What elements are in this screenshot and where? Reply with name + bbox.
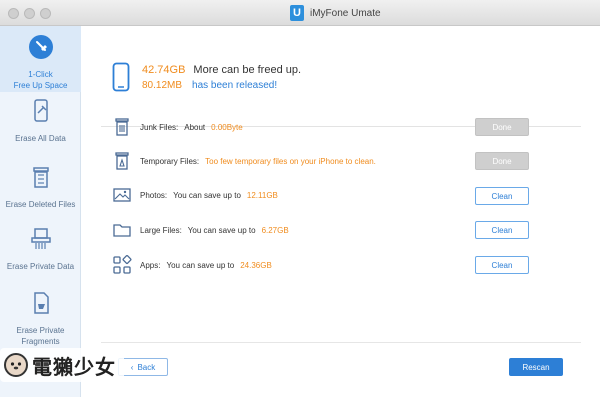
footer-divider xyxy=(101,342,581,343)
row-label: Temporary Files: xyxy=(140,156,200,166)
trash-icon xyxy=(32,167,49,188)
row-label: Apps: xyxy=(140,260,161,270)
photo-icon xyxy=(113,188,131,202)
photos-clean-button[interactable]: Clean xyxy=(475,187,529,205)
title-bar: U iMyFone Umate xyxy=(0,0,600,26)
freeable-size: 42.74GB xyxy=(142,64,186,76)
back-button[interactable]: ‹ Back xyxy=(118,358,168,376)
row-label: Large Files: xyxy=(140,225,182,235)
sidebar-item-label: Erase All Data xyxy=(15,134,66,143)
sidebar-item-label: Erase Private Fragments xyxy=(16,326,65,346)
iphone-icon xyxy=(112,62,130,92)
row-label: Junk Files: xyxy=(140,122,179,132)
temporary-files-done-button[interactable]: Done xyxy=(475,152,529,170)
broom-icon xyxy=(28,35,53,59)
minimize-window-button[interactable] xyxy=(24,8,35,19)
rescan-button[interactable]: Rescan xyxy=(509,358,563,376)
apps-clean-button[interactable]: Clean xyxy=(475,256,529,274)
junk-bin-icon xyxy=(115,118,129,136)
app-logo-icon: U xyxy=(290,5,304,21)
row-detail: About xyxy=(184,122,206,132)
zoom-window-button[interactable] xyxy=(40,8,51,19)
released-summary: 80.12MB has been released! xyxy=(142,80,277,91)
freeable-summary: 42.74GB More can be freed up. xyxy=(142,64,301,76)
large-files-clean-button[interactable]: Clean xyxy=(475,221,529,239)
watermark-text: 電獺少女 xyxy=(32,354,116,379)
temp-bin-icon xyxy=(115,152,129,170)
freeable-text: More can be freed up. xyxy=(193,64,302,76)
sidebar-item-free-up-space[interactable]: 1-Click Free Up Space xyxy=(0,26,81,92)
erase-phone-icon xyxy=(33,99,48,122)
row-detail: You can save up to xyxy=(173,190,241,200)
junk-files-done-button[interactable]: Done xyxy=(475,118,529,136)
row-value: 0.00Byte xyxy=(211,122,243,132)
sidebar-item-label: Erase Private Data xyxy=(6,262,75,271)
otter-mascot-icon xyxy=(4,353,28,377)
chevron-left-icon: ‹ xyxy=(130,362,134,372)
window-title: U iMyFone Umate xyxy=(290,5,381,21)
row-detail: You can save up to xyxy=(187,225,256,235)
back-label: Back xyxy=(137,362,156,372)
released-size: 80.12MB xyxy=(142,80,183,91)
app-title: iMyFone Umate xyxy=(310,7,381,19)
main-panel: 42.74GB More can be freed up. 80.12MB has … xyxy=(82,26,600,397)
row-detail: Too few temporary files on your iPhone t… xyxy=(205,156,376,166)
sidebar-item-label: 1-Click Free Up Space xyxy=(13,70,68,90)
sidebar-item-erase-deleted-files[interactable]: Erase Deleted Files xyxy=(0,164,81,214)
row-detail: You can save up to xyxy=(166,260,235,270)
sidebar-item-erase-private-data[interactable]: Erase Private Data xyxy=(0,226,81,276)
sidebar: 1-Click Free Up Space Erase All Data Era… xyxy=(0,26,81,397)
apps-icon xyxy=(113,255,132,274)
sidebar-item-label: Erase Deleted Files xyxy=(5,200,76,209)
sidebar-item-erase-private-fragments[interactable]: Erase Private Fragments xyxy=(0,290,81,352)
row-label: Photos: xyxy=(140,190,168,200)
row-value: 6.27GB xyxy=(261,225,289,235)
row-value: 12.11GB xyxy=(246,190,278,200)
fragments-icon xyxy=(33,292,49,314)
close-window-button[interactable] xyxy=(8,8,19,19)
folder-icon xyxy=(113,224,131,237)
row-value: 24.36GB xyxy=(240,260,272,270)
watermark: 電獺少女 xyxy=(0,348,124,382)
released-text: has been released! xyxy=(192,80,278,91)
sidebar-item-erase-all-data[interactable]: Erase All Data xyxy=(0,98,81,148)
shredder-icon xyxy=(30,228,51,249)
